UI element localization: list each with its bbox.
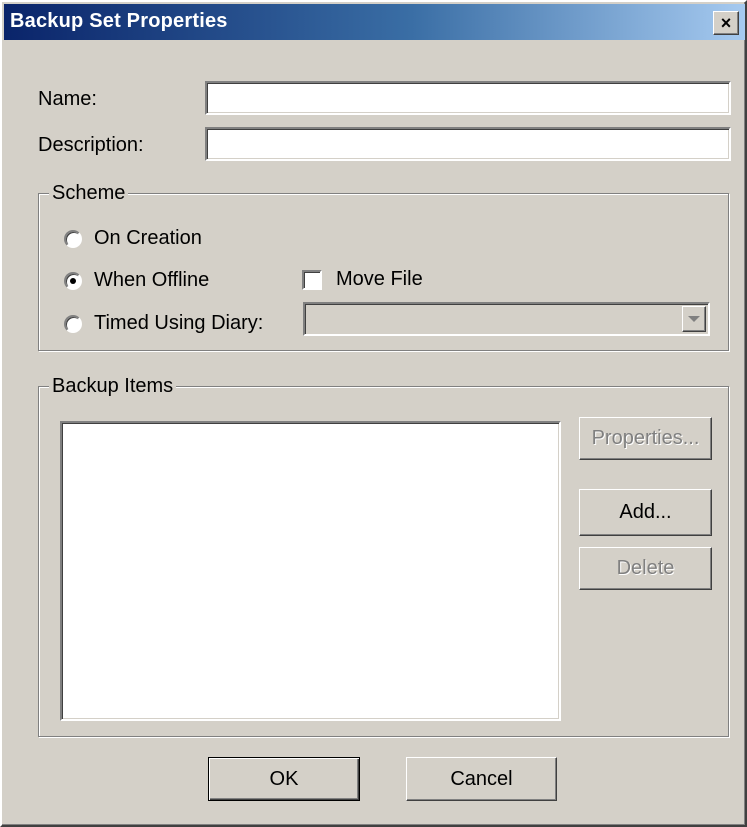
- name-label: Name:: [38, 88, 97, 110]
- radio-on-creation-label: On Creation: [94, 227, 202, 249]
- name-input[interactable]: [205, 81, 731, 115]
- close-icon: ×: [720, 13, 732, 33]
- move-file-checkbox-row[interactable]: Move File: [302, 268, 423, 291]
- scheme-legend: Scheme: [49, 181, 129, 205]
- description-input[interactable]: [205, 127, 731, 161]
- diary-dropdown[interactable]: [303, 302, 710, 336]
- add-button[interactable]: Add...: [579, 489, 712, 536]
- chevron-down-icon: [688, 316, 700, 322]
- add-button-label: Add...: [619, 501, 672, 523]
- close-button[interactable]: ×: [713, 11, 739, 35]
- move-file-label: Move File: [336, 268, 423, 290]
- backup-set-properties-dialog: Backup Set Properties × Name: Descriptio…: [0, 0, 747, 827]
- backup-items-list[interactable]: [60, 421, 561, 721]
- radio-timed-using-diary[interactable]: Timed Using Diary:: [64, 312, 263, 335]
- radio-on-creation-indicator[interactable]: [64, 229, 82, 248]
- radio-when-offline[interactable]: When Offline: [64, 269, 209, 292]
- radio-timed-using-diary-indicator[interactable]: [64, 314, 82, 333]
- radio-timed-using-diary-label: Timed Using Diary:: [94, 312, 264, 334]
- ok-button[interactable]: OK: [208, 757, 360, 801]
- radio-when-offline-indicator[interactable]: [64, 271, 82, 290]
- move-file-checkbox[interactable]: [302, 269, 322, 290]
- cancel-button[interactable]: Cancel: [406, 757, 557, 801]
- radio-when-offline-label: When Offline: [94, 269, 210, 291]
- description-label: Description:: [38, 134, 144, 156]
- delete-button-label: Delete: [616, 557, 675, 579]
- dialog-title: Backup Set Properties: [10, 10, 228, 32]
- cancel-button-label: Cancel: [450, 767, 513, 790]
- title-bar: Backup Set Properties ×: [4, 4, 745, 40]
- dropdown-arrow-button[interactable]: [682, 306, 706, 332]
- delete-button[interactable]: Delete: [579, 547, 712, 590]
- radio-on-creation[interactable]: On Creation: [64, 227, 202, 250]
- ok-button-label: OK: [269, 767, 299, 790]
- properties-button-label: Properties...: [591, 427, 700, 449]
- backup-items-legend: Backup Items: [49, 374, 177, 398]
- properties-button[interactable]: Properties...: [579, 417, 712, 460]
